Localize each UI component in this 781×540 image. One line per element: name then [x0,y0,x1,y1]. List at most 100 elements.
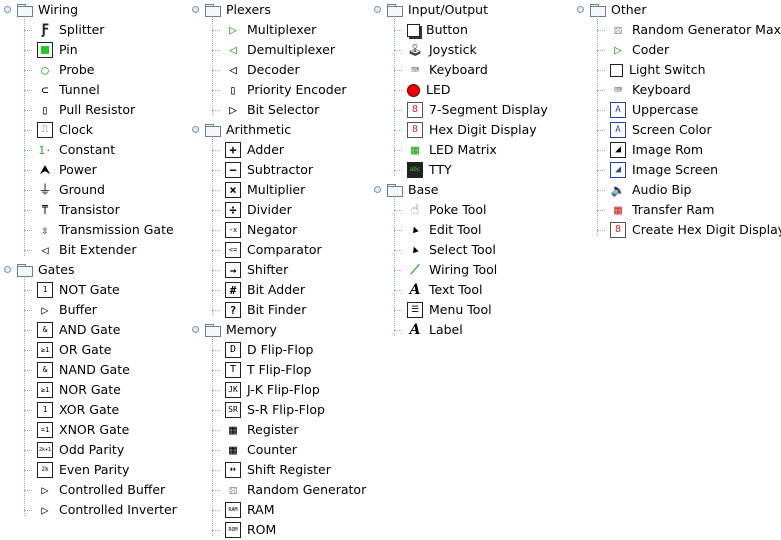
tree-item-comparator[interactable]: <= Comparator [225,240,322,260]
and-gate-icon: & [37,322,53,338]
tree-item-shift-register[interactable]: ⏵⏵ Shift Register [225,460,331,480]
tree-item-screen-color[interactable]: A Screen Color [610,120,712,140]
tree-item-transmission-gate[interactable]: ⇳ Transmission Gate [37,220,173,240]
tree-item-multiplexer[interactable]: ▷ Multiplexer [225,20,316,40]
tree-item-create-hex-digit-display[interactable]: 8 Create Hex Digit Display [610,220,781,240]
tree-item-tty[interactable]: abc TTY [407,160,452,180]
tree-item-ram[interactable]: RAM RAM [225,500,275,520]
tree-category-input-output[interactable]: Input/Output [387,0,488,20]
tree-item-hex-digit-display[interactable]: 8 Hex Digit Display [407,120,537,140]
tree-item-probe[interactable]: ◯ Probe [37,60,94,80]
tree-item-pull-resistor[interactable]: ▯ Pull Resistor [37,100,135,120]
category-expand-knob[interactable] [4,6,11,13]
tree-item-shifter[interactable]: → Shifter [225,260,288,280]
tree-item-register[interactable]: ▦ Register [225,420,298,440]
tree-item-controlled-inverter[interactable]: ▷ Controlled Inverter [37,500,176,520]
category-expand-knob[interactable] [374,6,381,13]
tree-item-bit-selector[interactable]: ▷ Bit Selector [225,100,319,120]
tree-item-random-generator-max[interactable]: ⚄ Random Generator Max [610,20,781,40]
item-label: Ground [59,182,105,197]
tree-item-xnor-gate[interactable]: =1 XNOR Gate [37,420,129,440]
tree-item-transfer-ram[interactable]: ▦ Transfer Ram [610,200,714,220]
category-expand-knob[interactable] [192,126,199,133]
tree-item-divider[interactable]: ÷ Divider [225,200,292,220]
tree-item-label[interactable]: A Label [407,320,463,340]
tree-item-buffer[interactable]: ▷ Buffer [37,300,97,320]
joystick-icon: 🕹 [407,43,423,57]
tree-item-multiplier[interactable]: × Multiplier [225,180,305,200]
tree-item-wiring-tool[interactable]: ⟋ Wiring Tool [407,260,497,280]
tree-item-image-rom[interactable]: ◢ Image Rom [610,140,703,160]
tree-item-demultiplexer[interactable]: ◁ Demultiplexer [225,40,335,60]
tree-item-joystick[interactable]: 🕹 Joystick [407,40,476,60]
tree-item-subtractor[interactable]: − Subtractor [225,160,313,180]
tree-item-adder[interactable]: + Adder [225,140,284,160]
tree-item-keyboard[interactable]: ⌨ Keyboard [407,60,488,80]
tree-category-gates[interactable]: Gates [17,260,74,280]
tree-item-not-gate[interactable]: 1 NOT Gate [37,280,120,300]
category-expand-knob[interactable] [192,326,199,333]
tree-item-counter[interactable]: ▦ Counter [225,440,297,460]
tree-category-arithmetic[interactable]: Arithmetic [205,120,291,140]
tree-item-keyboard[interactable]: ⌨ Keyboard [610,80,691,100]
tree-item-clock[interactable]: ⎍ Clock [37,120,93,140]
item-label: Light Switch [629,62,706,77]
tree-item-ground[interactable]: ⏚ Ground [37,180,105,200]
category-expand-knob[interactable] [192,6,199,13]
category-expand-knob[interactable] [374,186,381,193]
tree-item-rom[interactable]: ROM ROM [225,520,276,540]
splitter-icon: Ƒ [40,22,50,38]
tree-item-7-segment-display[interactable]: 8 7-Segment Display [407,100,548,120]
tree-item-tunnel[interactable]: ⊂ Tunnel [37,80,99,100]
tree-item-splitter[interactable]: Ƒ Splitter [37,20,105,40]
tree-item-negator[interactable]: -x Negator [225,220,297,240]
tree-item-decoder[interactable]: ◁ Decoder [225,60,300,80]
tree-item-button[interactable]: Button [407,20,468,40]
tree-item-poke-tool[interactable]: ☝ Poke Tool [407,200,487,220]
tree-item-even-parity[interactable]: 2k Even Parity [37,460,129,480]
tree-item-led-matrix[interactable]: ▦ LED Matrix [407,140,497,160]
tree-item-bit-finder[interactable]: ? Bit Finder [225,300,306,320]
tree-category-memory[interactable]: Memory [205,320,277,340]
category-expand-knob[interactable] [4,266,11,273]
tree-item-or-gate[interactable]: ≥1 OR Gate [37,340,111,360]
item-label: LED [426,82,451,97]
tree-item-xor-gate[interactable]: 1 XOR Gate [37,400,119,420]
category-label: Plexers [226,2,271,17]
tree-item-d-flip-flop[interactable]: D D Flip-Flop [225,340,313,360]
category-label: Input/Output [408,2,488,17]
tree-item-uppercase[interactable]: A Uppercase [610,100,698,120]
tree-item-s-r-flip-flop[interactable]: SR S-R Flip-Flop [225,400,325,420]
tree-item-bit-extender[interactable]: ◁ Bit Extender [37,240,136,260]
tree-item-random-generator[interactable]: ⚄ Random Generator [225,480,366,500]
tree-category-wiring[interactable]: Wiring [17,0,78,20]
tree-item-power[interactable]: ⮝ Power [37,160,96,180]
tree-item-pin[interactable]: Pin [37,40,78,60]
tree-item-edit-tool[interactable]: ▲ Edit Tool [407,220,481,240]
tree-branch [394,330,402,331]
tree-item-light-switch[interactable]: Light Switch [610,60,706,80]
tree-item-priority-encoder[interactable]: ▯ Priority Encoder [225,80,346,100]
tree-category-other[interactable]: Other [590,0,647,20]
tree-item-and-gate[interactable]: & AND Gate [37,320,120,340]
tree-item-image-screen[interactable]: ◢ Image Screen [610,160,718,180]
tree-item-controlled-buffer[interactable]: ▷ Controlled Buffer [37,480,165,500]
tree-item-transistor[interactable]: ⍑ Transistor [37,200,119,220]
tree-item-audio-bip[interactable]: 🔈 Audio Bip [610,180,692,200]
tree-item-coder[interactable]: ▷ Coder [610,40,669,60]
tree-item-nand-gate[interactable]: & NAND Gate [37,360,130,380]
tree-item-j-k-flip-flop[interactable]: JK J-K Flip-Flop [225,380,320,400]
tree-item-text-tool[interactable]: A Text Tool [407,280,483,300]
t-flip-flop-icon: T [225,362,241,378]
tree-item-select-tool[interactable]: ▲ Select Tool [407,240,496,260]
tree-category-plexers[interactable]: Plexers [205,0,271,20]
tree-item-odd-parity[interactable]: 2k+1 Odd Parity [37,440,124,460]
tree-item-constant[interactable]: 1· Constant [37,140,115,160]
tree-item-nor-gate[interactable]: ≥1 NOR Gate [37,380,121,400]
tree-item-menu-tool[interactable]: ☰ Menu Tool [407,300,492,320]
category-expand-knob[interactable] [577,6,584,13]
menu-tool-icon: ☰ [407,302,423,318]
tree-item-bit-adder[interactable]: # Bit Adder [225,280,305,300]
tree-item-led[interactable]: LED [407,80,451,100]
tree-item-t-flip-flop[interactable]: T T Flip-Flop [225,360,311,380]
